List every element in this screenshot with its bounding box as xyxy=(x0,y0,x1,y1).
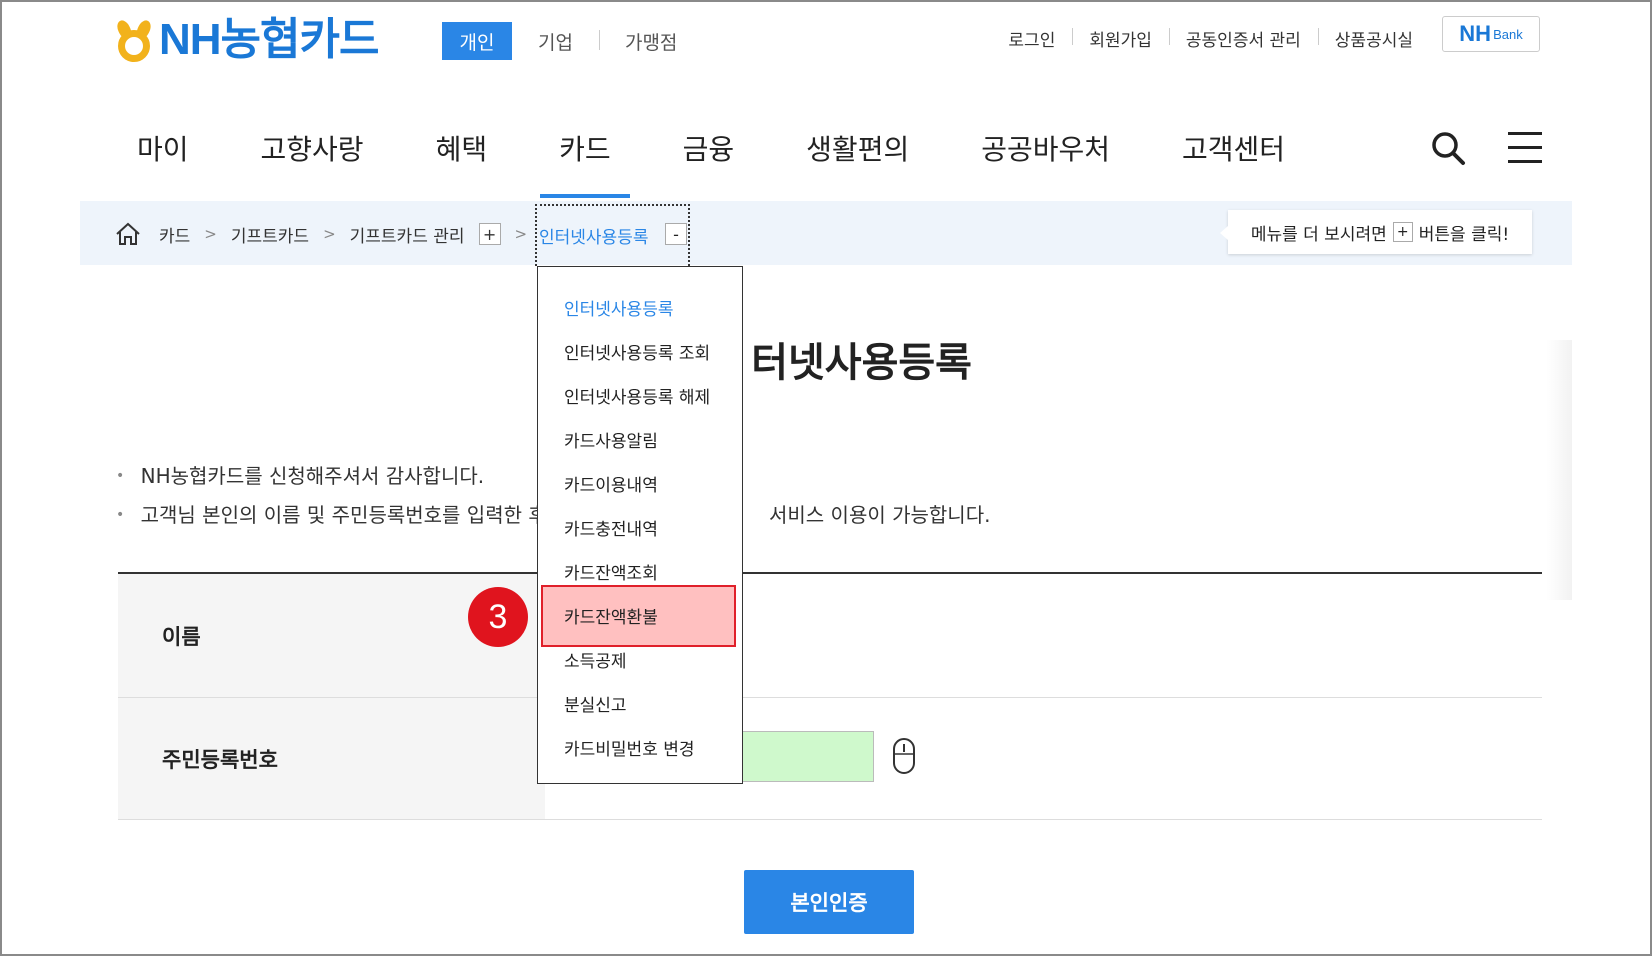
identity-verify-button[interactable]: 본인인증 xyxy=(744,870,914,934)
tab-merchant[interactable]: 가맹점 xyxy=(598,28,703,55)
notice-2-text-a: 고객님 본인의 이름 및 주민등록번호를 입력한 후 xyxy=(140,503,547,527)
menu-item-internet-register-cancel[interactable]: 인터넷사용등록 해제 xyxy=(564,383,710,408)
search-icon[interactable] xyxy=(1430,130,1466,166)
menu-item-lost-report[interactable]: 분실신고 xyxy=(564,691,627,716)
notice-1-text: NH농협카드를 신청해주셔서 감사합니다. xyxy=(140,464,485,488)
name-label: 이름 xyxy=(162,624,201,649)
utility-links: 로그인 회원가입 공동인증서 관리 상품공시실 xyxy=(991,26,1430,51)
tip-before: 메뉴를 더 보시려면 xyxy=(1250,224,1387,245)
tip-after: 버튼을 클릭! xyxy=(1418,224,1510,245)
hamburger-menu-icon[interactable] xyxy=(1508,132,1542,164)
breadcrumb: 카드 > 기프트카드 > 기프트카드 관리 + > xyxy=(115,221,541,247)
breadcrumb-current-label: 인터넷사용등록 xyxy=(539,228,649,248)
step-number-badge: 3 xyxy=(468,587,528,647)
nav-customer-center[interactable]: 고객센터 xyxy=(1182,128,1285,198)
rrn-back-input[interactable] xyxy=(740,731,874,782)
menu-tip: 메뉴를 더 보시려면 + 버튼을 클릭! xyxy=(1220,210,1532,254)
breadcrumb-giftcard[interactable]: 기프트카드 xyxy=(231,222,309,247)
tab-personal[interactable]: 개인 xyxy=(442,22,512,60)
menu-item-internet-register-query[interactable]: 인터넷사용등록 조회 xyxy=(564,339,710,364)
home-icon[interactable] xyxy=(115,222,141,246)
menu-item-card-alert[interactable]: 카드사용알림 xyxy=(564,427,658,452)
customer-type-tabs: 개인 기업 가맹점 xyxy=(442,22,703,60)
nh-card-logo[interactable]: NH농협카드 xyxy=(114,15,379,64)
nav-card[interactable]: 카드 xyxy=(540,128,630,198)
nhbank-main: NH xyxy=(1459,21,1492,46)
nav-my[interactable]: 마이 xyxy=(137,128,189,198)
rrn-label-cell: 주민등록번호 xyxy=(118,698,545,819)
breadcrumb-dropdown-menu: 인터넷사용등록 인터넷사용등록 조회 인터넷사용등록 해제 카드사용알림 카드이… xyxy=(537,266,743,784)
signup-link[interactable]: 회원가입 xyxy=(1072,26,1169,51)
mouse-icon[interactable] xyxy=(892,737,916,775)
nhbank-sub: Bank xyxy=(1493,26,1523,42)
nav-life[interactable]: 생활편의 xyxy=(806,128,909,198)
logo-text: NH농협카드 xyxy=(159,15,379,64)
nav-benefits[interactable]: 혜택 xyxy=(436,128,488,198)
nav-finance[interactable]: 금융 xyxy=(683,128,735,198)
tab-business[interactable]: 기업 xyxy=(512,28,599,55)
name-row: 이름 xyxy=(118,574,1542,698)
certificate-link[interactable]: 공동인증서 관리 xyxy=(1168,26,1318,51)
breadcrumb-giftcard-manage[interactable]: 기프트카드 관리 xyxy=(350,222,465,247)
breadcrumb-sep: > xyxy=(204,225,217,243)
breadcrumb-expand-button[interactable]: + xyxy=(478,223,501,245)
nh-bank-link[interactable]: NH Bank xyxy=(1442,16,1540,52)
menu-item-tax-deduction[interactable]: 소득공제 xyxy=(564,647,627,672)
nav-voucher[interactable]: 공공바우처 xyxy=(981,128,1110,198)
breadcrumb-current[interactable]: 인터넷사용등록 - xyxy=(535,204,690,266)
nh-logo-icon xyxy=(114,18,154,62)
breadcrumb-collapse-button[interactable]: - xyxy=(665,223,687,245)
breadcrumb-card[interactable]: 카드 xyxy=(159,222,190,247)
menu-item-internet-register[interactable]: 인터넷사용등록 xyxy=(564,295,673,320)
rrn-label: 주민등록번호 xyxy=(162,747,278,772)
login-link[interactable]: 로그인 xyxy=(991,26,1072,51)
menu-item-card-charge[interactable]: 카드충전내역 xyxy=(564,515,658,540)
nav-hometown[interactable]: 고향사랑 xyxy=(261,128,364,198)
notice-1: NH농협카드를 신청해주셔서 감사합니다. xyxy=(116,460,484,489)
menu-item-balance-refund[interactable]: 카드잔액환불 xyxy=(564,603,658,628)
panel-edge-shadow xyxy=(1546,340,1572,600)
main-nav: 마이 고향사랑 혜택 카드 금융 생활편의 공공바우처 고객센터 xyxy=(137,128,1357,198)
menu-item-balance-query[interactable]: 카드잔액조회 xyxy=(564,559,658,584)
notice-2-text-b: 서비스 이용이 가능합니다. xyxy=(768,503,991,527)
product-disclosure-link[interactable]: 상품공시실 xyxy=(1317,26,1430,51)
breadcrumb-sep: > xyxy=(323,225,336,243)
breadcrumb-sep: > xyxy=(514,225,528,243)
menu-item-card-usage[interactable]: 카드이용내역 xyxy=(564,471,658,496)
menu-item-change-pin[interactable]: 카드비밀번호 변경 xyxy=(564,735,695,760)
tip-plus-icon: + xyxy=(1392,222,1413,242)
